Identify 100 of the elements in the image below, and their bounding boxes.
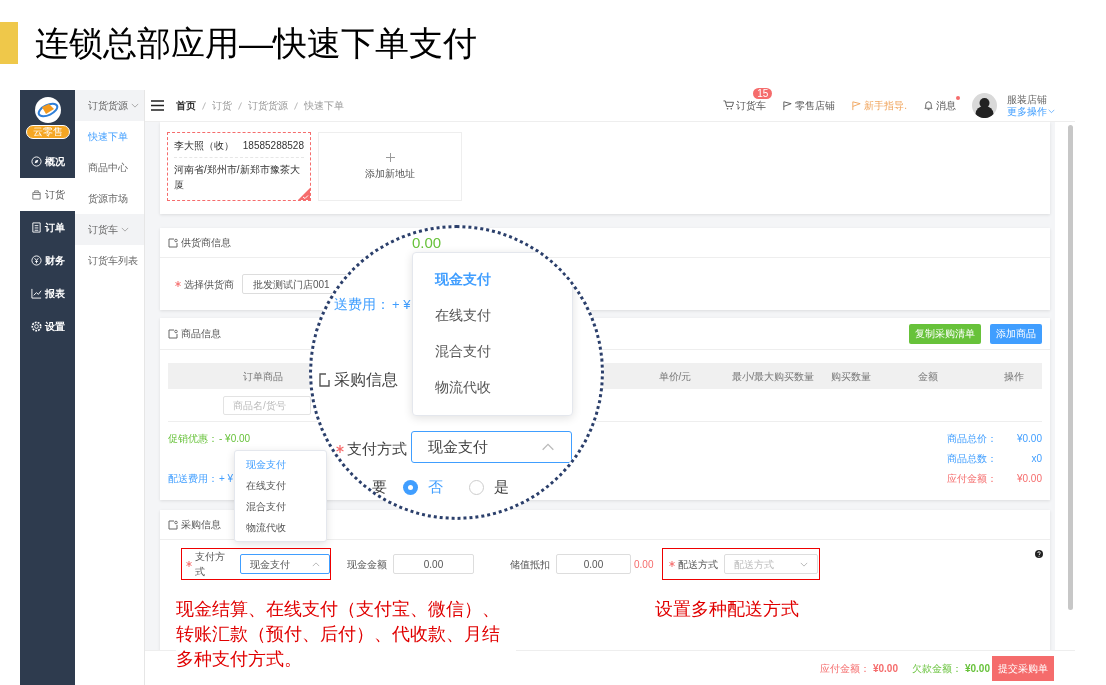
help-icon [1035, 550, 1043, 558]
logo-icon [34, 97, 61, 123]
total-value: ¥0.00 [1015, 431, 1042, 446]
frame-icon [168, 328, 178, 339]
section-title: 商品信息 [181, 327, 221, 341]
adjustment-label: 配送费用： [168, 471, 219, 486]
debt-amount: ¥0.00 [964, 661, 990, 676]
dropdown-option[interactable]: 混合支付 [413, 333, 572, 369]
check-corner-icon [298, 188, 310, 200]
chevron-up-icon [312, 561, 320, 567]
breadcrumb-item[interactable]: 首页 [176, 98, 196, 113]
cart-icon [723, 100, 735, 111]
debt-label: 欠款金额： [911, 661, 962, 676]
slide-title: 连锁总部应用—快速下单支付 [35, 23, 477, 64]
top-action-link[interactable]: 消息 [923, 98, 956, 113]
adjustment-value: + ¥ [219, 471, 234, 486]
dropdown-option[interactable]: 物流代收 [235, 517, 326, 538]
field-label: 配送方式 [678, 557, 719, 572]
balance-amount: 0.00 [634, 557, 654, 572]
add-address-card[interactable]: 添加新地址 [318, 132, 462, 201]
radio-label: 要 [372, 477, 387, 497]
user-name: 服装店铺 [1007, 94, 1048, 106]
payment-select[interactable]: 现金支付 [411, 431, 572, 463]
field-label: 支付方式 [195, 550, 226, 579]
column-header: 金额 [918, 369, 938, 384]
slash-icon [238, 101, 242, 110]
address-text: 河南省/郑州市/新郑市豫茶大厦 [174, 163, 301, 192]
section-title: 供货商信息 [181, 236, 231, 250]
field-label: 储值抵扣 [510, 557, 550, 572]
chevron-down-icon [121, 227, 129, 232]
dropdown-option[interactable]: 在线支付 [413, 297, 572, 333]
field-label: 支付方式 [347, 439, 407, 459]
adjustment-value: - ¥0.00 [219, 431, 251, 446]
chevron-up-icon [541, 443, 555, 451]
scrollbar-thumb[interactable] [1068, 125, 1073, 610]
total-label: 商品总数： [947, 451, 998, 466]
subnav-group-title: 订货车 [88, 223, 118, 237]
chart-icon [30, 288, 42, 299]
flag-icon [851, 100, 863, 111]
add-address-label: 添加新地址 [365, 166, 415, 181]
column-header: 单价/元 [658, 369, 692, 384]
subnav-group-header[interactable]: 订货车 [75, 214, 144, 245]
field-label: 现金金额 [347, 557, 387, 572]
column-header: 购买数量 [831, 369, 871, 384]
sidebar-item[interactable]: 财务 [20, 244, 75, 277]
frame-icon [168, 519, 178, 530]
flag-icon [782, 100, 794, 111]
coin-icon [30, 255, 42, 266]
field-label: 选择供货商 [184, 277, 234, 292]
count-badge: 15 [753, 88, 773, 99]
column-header: 最小/最大购买数量 [731, 369, 815, 384]
chevron-down-icon [800, 561, 809, 567]
sidebar-item[interactable]: 报表 [20, 277, 75, 310]
subnav-group-header[interactable]: 订货货源 [75, 90, 144, 121]
fee-label: 送费用： [334, 295, 390, 314]
payable-label: 应付金额： [819, 661, 870, 676]
document-icon [30, 222, 42, 233]
compass-icon [30, 156, 42, 167]
total-label: 应付金额： [947, 471, 998, 486]
phone-number: 18585288528 [242, 139, 304, 153]
slash-icon [202, 101, 206, 110]
total-value: ¥0.00 [1015, 471, 1042, 486]
sidebar-item[interactable]: 设置 [20, 310, 75, 343]
bell-icon [923, 100, 934, 111]
payment-select[interactable]: 现金支付 [239, 554, 330, 574]
annotation-text: 设置多种配送方式 [655, 598, 799, 621]
sidebar-item[interactable]: 概况 [20, 145, 75, 178]
slash-icon [294, 101, 298, 110]
sidebar-item[interactable]: 订货 [20, 178, 75, 211]
chevron-down-icon [1048, 109, 1055, 114]
top-action-link[interactable]: 零售店铺 [782, 98, 836, 113]
user-avatar [972, 93, 997, 118]
dropdown-option[interactable]: 物流代收 [413, 369, 572, 405]
subnav-item[interactable]: 商品中心 [75, 152, 144, 183]
menu-icon [151, 100, 164, 111]
title-bar-accent [0, 22, 18, 64]
adjustment-label: 促销优惠： [168, 431, 219, 446]
subnav-item[interactable]: 订货车列表 [75, 245, 144, 276]
top-action-link[interactable]: 订货车 [723, 98, 767, 113]
radio-button[interactable] [469, 479, 484, 495]
radio-button[interactable] [403, 479, 418, 495]
total-label: 商品总价： [947, 431, 998, 446]
address-card[interactable]: 李大照（收） 18585288528 河南省/郑州市/新郑市豫茶大厦 [167, 132, 311, 201]
radio-option[interactable]: 是 [469, 476, 509, 499]
section-title: 采购信息 [181, 518, 221, 532]
amount-field[interactable]: 0.00 [393, 554, 474, 574]
amount-text: 0.00 [412, 233, 442, 253]
subnav-item[interactable]: 货源市场 [75, 183, 144, 214]
column-header: 操作 [1003, 369, 1024, 384]
frame-icon [318, 373, 330, 387]
column-header: 订单商品 [243, 369, 283, 384]
gear-icon [30, 321, 42, 332]
subnav-group-title: 订货货源 [88, 99, 128, 113]
total-value: x0 [1030, 451, 1042, 466]
recipient-name: 李大照（收） [174, 139, 234, 153]
fee-value: + ¥ [392, 296, 411, 314]
payable-amount: ¥0.00 [872, 661, 898, 676]
chevron-down-icon [131, 103, 139, 108]
amount-field[interactable]: 0.00 [556, 554, 631, 574]
sidebar-item[interactable]: 订单 [20, 211, 75, 244]
